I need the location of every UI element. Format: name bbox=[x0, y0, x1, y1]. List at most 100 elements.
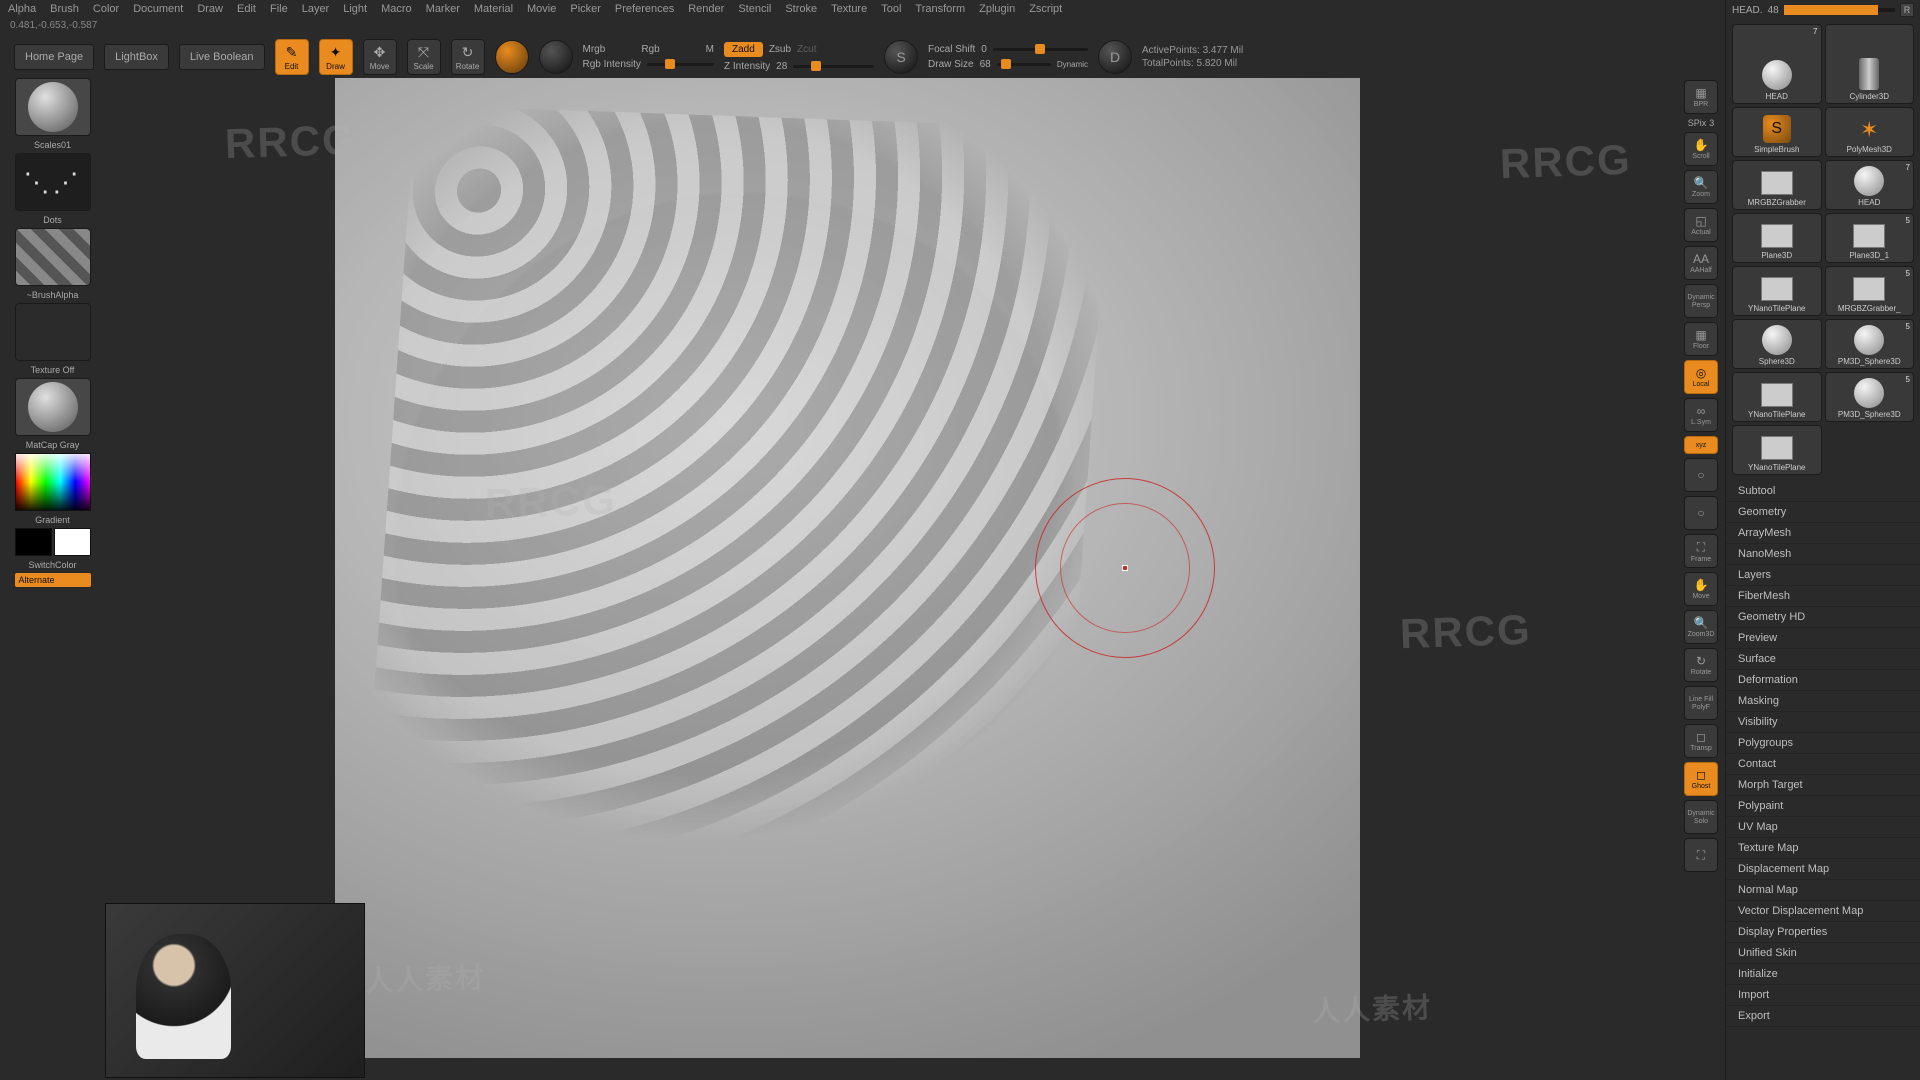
brush-selector[interactable] bbox=[15, 78, 91, 136]
draw-mode-button[interactable]: ✦Draw bbox=[319, 39, 353, 75]
panel-layers[interactable]: Layers bbox=[1726, 565, 1920, 586]
menu-layer[interactable]: Layer bbox=[302, 3, 330, 15]
panel-export[interactable]: Export bbox=[1726, 1006, 1920, 1027]
panel-contact[interactable]: Contact bbox=[1726, 754, 1920, 775]
lightbox-button[interactable]: LightBox bbox=[104, 44, 169, 70]
aahalf-button[interactable]: AAAAHalf bbox=[1684, 246, 1718, 280]
dynamic2-button[interactable]: DynamicSolo bbox=[1684, 800, 1718, 834]
zsub-button[interactable]: Zsub bbox=[769, 44, 791, 55]
menu-light[interactable]: Light bbox=[343, 3, 367, 15]
menu-material[interactable]: Material bbox=[474, 3, 513, 15]
axis-z-button[interactable]: ○ bbox=[1684, 496, 1718, 530]
tool-item-plane3d[interactable]: Plane3D bbox=[1732, 213, 1822, 263]
scroll-button[interactable]: ✋Scroll bbox=[1684, 132, 1718, 166]
panel-visibility[interactable]: Visibility bbox=[1726, 712, 1920, 733]
gradient-label[interactable]: Gradient bbox=[35, 515, 70, 525]
tool-slider[interactable] bbox=[1784, 8, 1895, 12]
panel-polypaint[interactable]: Polypaint bbox=[1726, 796, 1920, 817]
d-curve-button[interactable]: D bbox=[1098, 40, 1132, 74]
menu-picker[interactable]: Picker bbox=[570, 3, 601, 15]
tool-item-pm3d_sphere3d[interactable]: 5PM3D_Sphere3D bbox=[1825, 319, 1915, 369]
panel-masking[interactable]: Masking bbox=[1726, 691, 1920, 712]
panel-subtool[interactable]: Subtool bbox=[1726, 481, 1920, 502]
rotate-mode-button[interactable]: ↻Rotate bbox=[451, 39, 485, 75]
axis-y-button[interactable]: ○ bbox=[1684, 458, 1718, 492]
stroke-selector[interactable]: ⋱⋰ bbox=[15, 153, 91, 211]
tool-item-ynanotileplane[interactable]: YNanoTilePlane bbox=[1732, 425, 1822, 475]
tool-item-cylinder3d[interactable]: Cylinder3D bbox=[1825, 24, 1915, 104]
menu-marker[interactable]: Marker bbox=[426, 3, 460, 15]
menu-stencil[interactable]: Stencil bbox=[738, 3, 771, 15]
floor-button[interactable]: ▦Floor bbox=[1684, 322, 1718, 356]
secondary-color-swatch[interactable] bbox=[15, 528, 52, 556]
menu-brush[interactable]: Brush bbox=[50, 3, 79, 15]
panel-unified-skin[interactable]: Unified Skin bbox=[1726, 943, 1920, 964]
panel-morph-target[interactable]: Morph Target bbox=[1726, 775, 1920, 796]
texture-selector[interactable] bbox=[15, 303, 91, 361]
tool-r-button[interactable]: R bbox=[1900, 3, 1914, 17]
z-intensity-slider[interactable] bbox=[793, 65, 874, 68]
panel-fibermesh[interactable]: FiberMesh bbox=[1726, 586, 1920, 607]
zoom-button[interactable]: 🔍Zoom bbox=[1684, 170, 1718, 204]
menu-movie[interactable]: Movie bbox=[527, 3, 556, 15]
m-label[interactable]: M bbox=[706, 44, 714, 55]
menu-stroke[interactable]: Stroke bbox=[785, 3, 817, 15]
linefill-button[interactable]: Line FillPolyF bbox=[1684, 686, 1718, 720]
move-mode-button[interactable]: ✥Move bbox=[363, 39, 397, 75]
expand-button[interactable]: ⛶ bbox=[1684, 838, 1718, 872]
menu-alpha[interactable]: Alpha bbox=[8, 3, 36, 15]
panel-geometry-hd[interactable]: Geometry HD bbox=[1726, 607, 1920, 628]
panel-texture-map[interactable]: Texture Map bbox=[1726, 838, 1920, 859]
menu-file[interactable]: File bbox=[270, 3, 288, 15]
draw-size-slider[interactable] bbox=[997, 63, 1051, 66]
menu-render[interactable]: Render bbox=[688, 3, 724, 15]
menu-macro[interactable]: Macro bbox=[381, 3, 412, 15]
xyz-button[interactable]: xyz bbox=[1684, 436, 1718, 454]
menu-transform[interactable]: Transform bbox=[915, 3, 965, 15]
color-picker[interactable] bbox=[15, 453, 91, 511]
lsym-button[interactable]: ∞L.Sym bbox=[1684, 398, 1718, 432]
tool-item-ynanotileplane[interactable]: YNanoTilePlane bbox=[1732, 266, 1822, 316]
home-page-button[interactable]: Home Page bbox=[14, 44, 94, 70]
tool-item-mrgbzgrabber[interactable]: MRGBZGrabber bbox=[1732, 160, 1822, 210]
switch-color-button[interactable]: SwitchColor bbox=[28, 560, 76, 570]
edit-mode-button[interactable]: ✎Edit bbox=[275, 39, 309, 75]
panel-polygroups[interactable]: Polygroups bbox=[1726, 733, 1920, 754]
menu-edit[interactable]: Edit bbox=[237, 3, 256, 15]
focal-shift-slider[interactable] bbox=[993, 48, 1088, 51]
panel-nanomesh[interactable]: NanoMesh bbox=[1726, 544, 1920, 565]
local-button[interactable]: ◎Local bbox=[1684, 360, 1718, 394]
move3d-button[interactable]: ✋Move bbox=[1684, 572, 1718, 606]
menu-draw[interactable]: Draw bbox=[197, 3, 223, 15]
bpr-button[interactable]: ▦BPR bbox=[1684, 80, 1718, 114]
dynamic-label[interactable]: Dynamic bbox=[1057, 60, 1088, 69]
dynamic-persp-button[interactable]: DynamicPersp bbox=[1684, 284, 1718, 318]
tool-item-head[interactable]: 7HEAD bbox=[1825, 160, 1915, 210]
panel-preview[interactable]: Preview bbox=[1726, 628, 1920, 649]
panel-deformation[interactable]: Deformation bbox=[1726, 670, 1920, 691]
tool-item-pm3d_sphere3d[interactable]: 5PM3D_Sphere3D bbox=[1825, 372, 1915, 422]
actual-button[interactable]: ◱Actual bbox=[1684, 208, 1718, 242]
zcut-button[interactable]: Zcut bbox=[797, 44, 816, 55]
zadd-button[interactable]: Zadd bbox=[724, 42, 763, 57]
gyro-sphere-button[interactable] bbox=[495, 40, 529, 74]
menu-texture[interactable]: Texture bbox=[831, 3, 867, 15]
primary-color-swatch[interactable] bbox=[54, 528, 91, 556]
panel-import[interactable]: Import bbox=[1726, 985, 1920, 1006]
menu-zplugin[interactable]: Zplugin bbox=[979, 3, 1015, 15]
tool-item-mrgbzgrabber_[interactable]: 5MRGBZGrabber_ bbox=[1825, 266, 1915, 316]
rgb-label[interactable]: Rgb bbox=[641, 44, 659, 55]
mrgb-label[interactable]: Mrgb bbox=[583, 44, 606, 55]
menu-color[interactable]: Color bbox=[93, 3, 119, 15]
live-boolean-button[interactable]: Live Boolean bbox=[179, 44, 265, 70]
panel-geometry[interactable]: Geometry bbox=[1726, 502, 1920, 523]
tool-item-ynanotileplane[interactable]: YNanoTilePlane bbox=[1732, 372, 1822, 422]
transp-button[interactable]: ◻Transp bbox=[1684, 724, 1718, 758]
rgb-intensity-slider[interactable] bbox=[647, 63, 714, 66]
sketch-sphere-button[interactable] bbox=[539, 40, 573, 74]
alpha-selector[interactable] bbox=[15, 228, 91, 286]
tool-item-plane3d_1[interactable]: 5Plane3D_1 bbox=[1825, 213, 1915, 263]
tool-item-simplebrush[interactable]: SSimpleBrush bbox=[1732, 107, 1822, 157]
material-selector[interactable] bbox=[15, 378, 91, 436]
menu-zscript[interactable]: Zscript bbox=[1029, 3, 1062, 15]
